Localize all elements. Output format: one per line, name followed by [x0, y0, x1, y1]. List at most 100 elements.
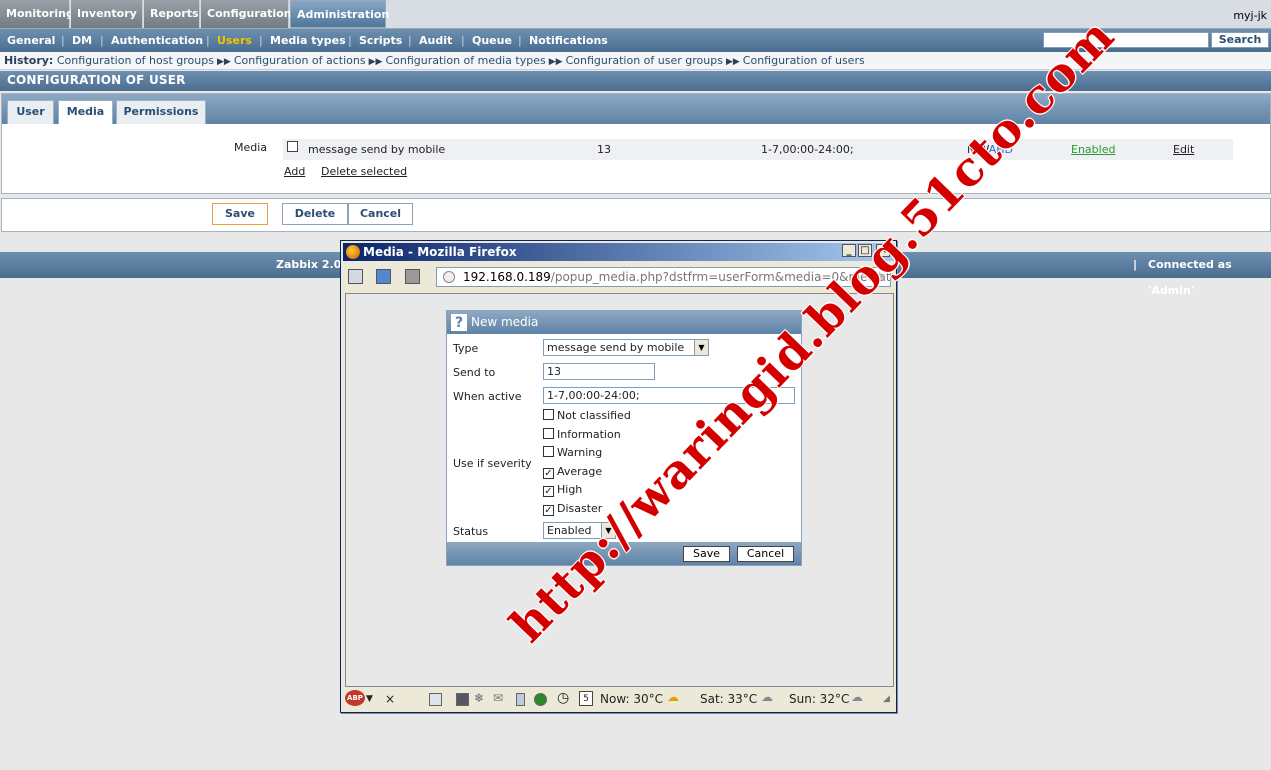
popup-title-bar: Media - Mozilla Firefox [343, 243, 894, 261]
severity-option-label: High [557, 483, 583, 496]
add-media-link[interactable]: Add [284, 165, 305, 178]
footer-separator: | [1133, 258, 1138, 271]
submenu-authentication[interactable]: Authentication [111, 34, 203, 47]
tab-administration[interactable]: Administration [290, 0, 389, 28]
submenu-users[interactable]: Users [217, 34, 252, 47]
storm-icon: ☁ [761, 690, 773, 704]
mail-icon[interactable]: ✉ [493, 691, 503, 705]
resize-grip-icon[interactable]: ◢ [883, 694, 890, 704]
calendar-icon[interactable]: 5 [579, 691, 593, 706]
tab-user[interactable]: User [7, 100, 54, 124]
media-when-active: 1-7,00:00-24:00; [761, 143, 854, 156]
history-link[interactable]: Configuration of users [743, 54, 865, 67]
severity-option-label: Information [557, 428, 621, 441]
submenu-general[interactable]: General [7, 34, 55, 47]
send-to-label: Send to [453, 366, 496, 379]
weather-now[interactable]: Now: 30°C [600, 692, 663, 706]
history-link[interactable]: Configuration of user groups [566, 54, 723, 67]
submenu-dm[interactable]: DM [72, 34, 92, 47]
severity-option[interactable]: ✓ Disaster [543, 502, 602, 516]
cancel-button[interactable]: Cancel [348, 203, 413, 225]
adblock-icon[interactable]: ABP [345, 690, 365, 706]
separator: | [461, 34, 465, 47]
browser-status-bar: ABP ▼ × ❄ ✉ ◷ 5 Now: 30°C ☁ Sat: 33°C ☁ … [343, 688, 894, 710]
tab-configuration[interactable]: Configuration [201, 0, 292, 28]
tab-reports[interactable]: Reports [144, 0, 200, 28]
delete-button[interactable]: Delete [282, 203, 348, 225]
tab-permissions[interactable]: Permissions [116, 100, 206, 124]
send-to-input[interactable]: 13 [543, 363, 655, 380]
severity-option-label: Not classified [557, 409, 631, 422]
status-label: Status [453, 525, 489, 538]
media-type: message send by mobile [308, 143, 446, 156]
type-label: Type [453, 342, 479, 355]
toolbar-icon[interactable] [376, 269, 391, 284]
submenu-audit[interactable]: Audit [419, 34, 452, 47]
tab-monitoring[interactable]: Monitoring [0, 0, 74, 28]
dialog-save-button[interactable]: Save [683, 546, 730, 562]
severity-label: Use if severity [453, 457, 532, 470]
tab-media[interactable]: Media [58, 100, 113, 124]
separator: | [408, 34, 412, 47]
status-icon[interactable] [534, 693, 547, 706]
separator: | [348, 34, 352, 47]
history-link[interactable]: Configuration of media types [385, 54, 545, 67]
clock-icon[interactable]: ◷ [557, 690, 569, 706]
checkbox-checked[interactable]: ✓ [543, 505, 554, 516]
nav-bar: 192.168.0.189/popup_media.php?dstfrm=use… [343, 263, 894, 291]
type-select[interactable]: message send by mobile ▼ [543, 339, 709, 356]
addon-icon[interactable] [456, 693, 469, 706]
addon-icon[interactable] [429, 693, 442, 706]
toolbar-icon[interactable] [348, 269, 363, 284]
submenu-queue[interactable]: Queue [472, 34, 512, 47]
dialog-header: ? New media [447, 311, 801, 334]
severity-option[interactable]: Warning [543, 446, 602, 459]
media-status-link[interactable]: Enabled [1071, 143, 1115, 156]
checkbox[interactable] [543, 409, 554, 420]
arrow-icon: ▶▶ [725, 57, 740, 67]
url-host: 192.168.0.189 [463, 270, 551, 284]
checkbox[interactable] [543, 428, 554, 439]
weather-sun[interactable]: Sun: 32°C [789, 692, 849, 706]
footer-connected: Connected as 'Admin' [1148, 258, 1232, 297]
snowflake-icon[interactable]: ❄ [474, 691, 484, 705]
history-label: History: [4, 54, 54, 67]
arrow-icon: ▶▶ [548, 57, 563, 67]
search-button[interactable]: Search [1211, 32, 1269, 48]
close-icon[interactable]: × [385, 692, 395, 706]
firefox-icon [346, 245, 360, 259]
toolbar-icon[interactable] [405, 269, 420, 284]
sun-cloud-icon: ☁ [667, 690, 679, 704]
media-edit-link[interactable]: Edit [1173, 143, 1194, 156]
separator: | [61, 34, 65, 47]
severity-option[interactable]: ✓ High [543, 483, 582, 497]
storm-icon: ☁ [851, 690, 863, 704]
submenu-notifications[interactable]: Notifications [529, 34, 608, 47]
separator: | [518, 34, 522, 47]
dialog-title: New media [471, 315, 539, 329]
history-link[interactable]: Configuration of actions [234, 54, 366, 67]
severity-option-label: Warning [557, 446, 603, 459]
severity-option[interactable]: Not classified [543, 409, 631, 422]
submenu-scripts[interactable]: Scripts [359, 34, 402, 47]
help-icon[interactable]: ? [451, 314, 467, 331]
addon-icon[interactable] [516, 693, 525, 706]
weather-sat[interactable]: Sat: 33°C [700, 692, 757, 706]
checkbox[interactable] [543, 446, 554, 457]
tab-inventory[interactable]: Inventory [71, 0, 143, 28]
checkbox-checked[interactable]: ✓ [543, 468, 554, 479]
delete-selected-link[interactable]: Delete selected [321, 165, 407, 178]
severity-option-label: Average [557, 465, 603, 478]
submenu-media-types[interactable]: Media types [270, 34, 346, 47]
chevron-down-icon: ▼ [694, 340, 708, 355]
severity-option[interactable]: ✓ Average [543, 465, 602, 479]
row-checkbox[interactable] [287, 141, 298, 152]
history-link[interactable]: Configuration of host groups [57, 54, 214, 67]
severity-option[interactable]: Information [543, 428, 621, 441]
separator: | [100, 34, 104, 47]
save-button[interactable]: Save [212, 203, 268, 225]
user-id: myj-jk [1233, 9, 1267, 22]
dialog-cancel-button[interactable]: Cancel [737, 546, 794, 562]
checkbox-checked[interactable]: ✓ [543, 486, 554, 497]
chevron-down-icon[interactable]: ▼ [366, 694, 373, 704]
